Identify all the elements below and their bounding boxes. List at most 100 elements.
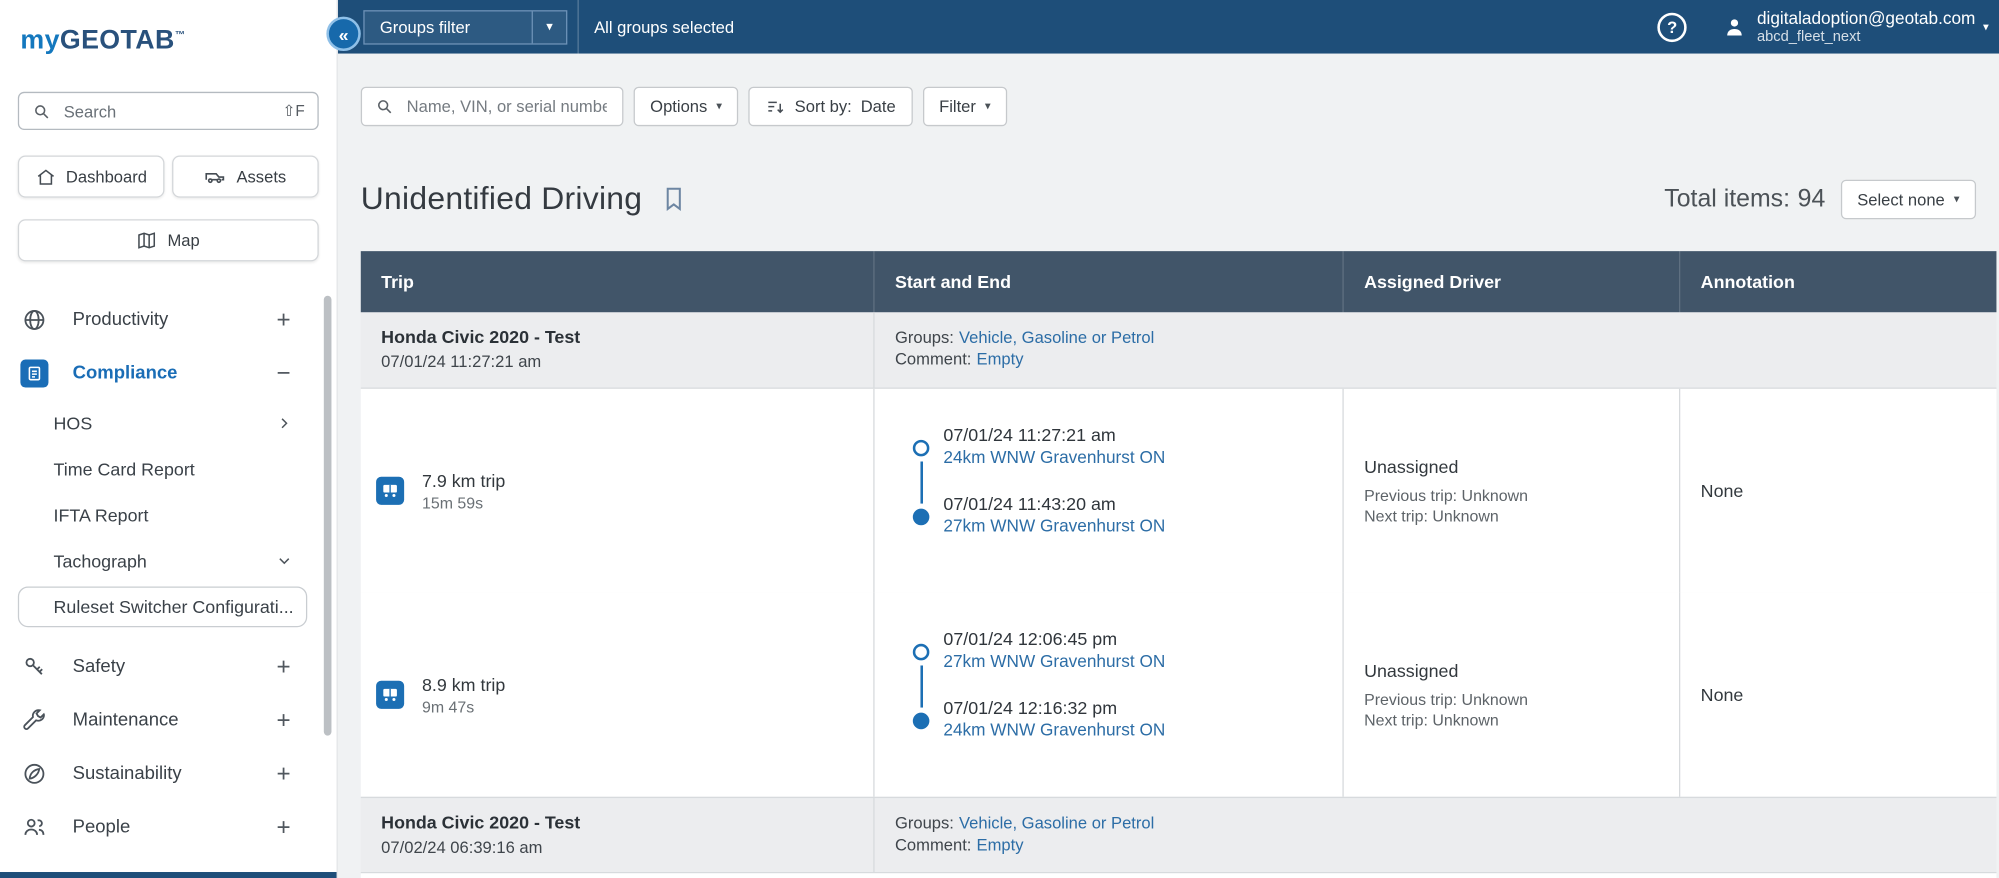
options-dropdown[interactable]: Options ▾ (633, 86, 739, 127)
trip-end-dot (912, 712, 930, 730)
tachograph-label: Tachograph (53, 550, 147, 572)
previous-trip-label: Previous trip: (1364, 690, 1458, 709)
user-menu[interactable]: digitaladoption@geotab.com abcd_fleet_ne… (1723, 8, 1989, 45)
chevron-right-icon[interactable] (275, 414, 293, 432)
trip-duration: 15m 59s (421, 494, 484, 512)
total-items-value: 94 (1797, 184, 1826, 213)
user-menu-caret-icon[interactable]: ▾ (1983, 20, 1989, 34)
plus-icon[interactable]: + (277, 308, 291, 332)
trip-end-time: 07/01/24 11:43:20 am (943, 493, 1116, 514)
ifta-report-label: IFTA Report (53, 504, 149, 526)
sidebar-item-time-card-report[interactable]: Time Card Report (0, 446, 337, 492)
main-content: Options ▾ Sort by: Date Filter ▾ Unident… (337, 53, 1999, 878)
sidebar-search-input[interactable] (61, 100, 273, 122)
sidebar-item-ifta-report[interactable]: IFTA Report (0, 492, 337, 538)
comment-link[interactable]: Empty (977, 349, 1024, 368)
plus-icon[interactable]: + (277, 762, 291, 786)
vehicle-name: Honda Civic 2020 - Test (381, 326, 581, 347)
group-datetime: 07/01/24 11:27:21 am (381, 351, 542, 371)
vehicle-icon (206, 173, 225, 184)
assets-button[interactable]: Assets (172, 155, 319, 198)
plus-icon[interactable]: + (277, 815, 291, 839)
vehicle-groups-link[interactable]: Vehicle, Gasoline or Petrol (959, 328, 1154, 347)
sidebar-item-tachograph[interactable]: Tachograph (0, 538, 337, 584)
trip-connector-line (919, 665, 924, 708)
help-icon[interactable]: ? (1657, 12, 1687, 42)
time-card-report-label: Time Card Report (53, 458, 195, 480)
map-button[interactable]: Map (17, 219, 319, 262)
sidebar-collapse-button[interactable]: « (326, 16, 361, 51)
chevron-down-icon: ▾ (984, 99, 991, 113)
bookmark-icon[interactable] (661, 185, 685, 213)
column-header-annotation: Annotation (1700, 271, 1795, 292)
sidebar-nav: Productivity + Compliance − HOS Time Car… (0, 293, 337, 854)
sidebar-item-maintenance[interactable]: Maintenance + (0, 694, 337, 748)
ruleset-switcher-label: Ruleset Switcher Configurati... (53, 596, 294, 618)
annotation-value: None (1700, 684, 1744, 706)
chevron-down-icon[interactable] (275, 552, 293, 570)
sidebar-item-productivity[interactable]: Productivity + (0, 293, 337, 347)
user-avatar-icon (1723, 15, 1747, 39)
groups-label: Groups: (894, 327, 954, 347)
minus-icon[interactable]: − (277, 361, 291, 385)
filter-dropdown[interactable]: Filter ▾ (922, 86, 1008, 127)
assets-label: Assets (236, 167, 287, 187)
trip-vehicle-icon (376, 680, 405, 709)
trip-end-location-link[interactable]: 27km WNW Gravenhurst ON (943, 516, 1165, 535)
next-trip-label: Next trip: (1364, 710, 1428, 729)
people-icon (20, 813, 48, 841)
trip-end-time: 07/01/24 12:16:32 pm (943, 697, 1118, 718)
sidebar-item-people[interactable]: People + (0, 801, 337, 855)
assigned-driver: Unassigned (1364, 455, 1459, 477)
groups-filter-label: Groups filter (379, 17, 471, 37)
column-header-assigned-driver: Assigned Driver (1344, 251, 1681, 313)
trip-start-dot (912, 439, 930, 457)
chevron-down-icon[interactable]: ▾ (531, 10, 566, 43)
asset-search[interactable] (360, 86, 624, 127)
comment-label: Comment: (894, 349, 972, 369)
vehicle-groups-link[interactable]: Vehicle, Gasoline or Petrol (959, 813, 1154, 832)
topbar: Groups filter ▾ All groups selected ? di… (337, 0, 1999, 54)
sustainability-label: Sustainability (72, 763, 182, 785)
next-trip-label: Next trip: (1364, 506, 1428, 525)
topbar-divider (577, 0, 579, 54)
sidebar: myGEOTAB™ ⇧F Dashboard Assets Map (0, 0, 338, 878)
sort-label: Sort by: (794, 96, 852, 117)
sort-button[interactable]: Sort by: Date (748, 86, 913, 127)
sidebar-search[interactable]: ⇧F (17, 91, 319, 131)
sidebar-item-ruleset-switcher[interactable]: Ruleset Switcher Configurati... (0, 584, 337, 630)
trip-end-location-link[interactable]: 24km WNW Gravenhurst ON (943, 720, 1165, 739)
map-label: Map (167, 230, 200, 250)
sort-icon (768, 101, 784, 113)
safety-icon (20, 653, 48, 681)
table-header-row: Trip Start and End Assigned Driver Annot… (360, 251, 1997, 313)
sidebar-item-sustainability[interactable]: Sustainability + (0, 747, 337, 801)
dashboard-button[interactable]: Dashboard (17, 155, 165, 198)
trip-start-location-link[interactable]: 24km WNW Gravenhurst ON (943, 447, 1165, 466)
app-window: myGEOTAB™ ⇧F Dashboard Assets Map (0, 0, 1999, 878)
unidentified-driving-table: Trip Start and End Assigned Driver Annot… (360, 251, 1997, 878)
trip-row: 7.9 km trip 15m 59s 07/01/24 11:27:21 am… (360, 388, 1997, 593)
chevron-down-icon: ▾ (716, 99, 723, 113)
asset-search-input[interactable] (404, 95, 610, 118)
sort-value: Date (860, 96, 896, 117)
previous-trip-label: Previous trip: (1364, 486, 1458, 505)
groups-filter-dropdown[interactable]: Groups filter ▾ (363, 9, 568, 44)
sidebar-scrollbar[interactable] (323, 295, 332, 736)
leaf-icon (20, 760, 48, 788)
plus-icon[interactable]: + (277, 708, 291, 732)
sidebar-item-hos[interactable]: HOS (0, 400, 337, 446)
sidebar-item-compliance[interactable]: Compliance − (0, 347, 337, 401)
previous-trip-value: Unknown (1461, 690, 1529, 709)
comment-link[interactable]: Empty (977, 835, 1024, 854)
filter-label: Filter (939, 96, 976, 117)
trip-start-location-link[interactable]: 27km WNW Gravenhurst ON (943, 651, 1165, 670)
productivity-label: Productivity (72, 309, 169, 331)
select-none-dropdown[interactable]: Select none ▾ (1840, 179, 1977, 219)
help-glyph: ? (1667, 17, 1678, 37)
mygeotab-logo: myGEOTAB™ (20, 25, 336, 56)
plus-icon[interactable]: + (277, 655, 291, 679)
total-items-label: Total items: (1664, 184, 1791, 213)
options-label: Options (650, 96, 708, 117)
sidebar-item-safety[interactable]: Safety + (0, 640, 337, 694)
